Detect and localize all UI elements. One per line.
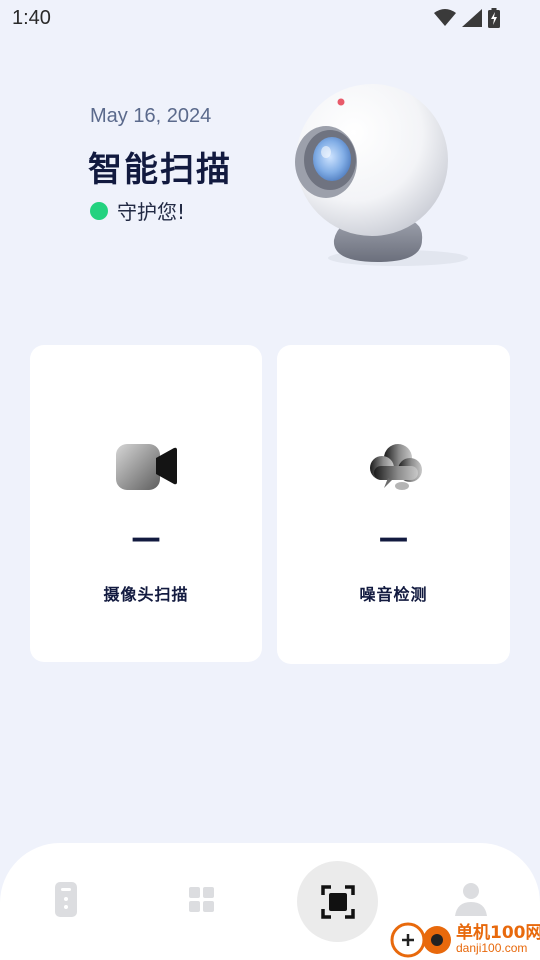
battery-charging-icon xyxy=(488,8,500,28)
noise-detection-value: — xyxy=(378,521,409,556)
camera-scan-card[interactable]: — 摄像头扫描 xyxy=(30,345,262,662)
camera-scan-value: — xyxy=(131,521,161,556)
noise-detection-card[interactable]: — 噪音检测 xyxy=(277,345,510,664)
scan-icon xyxy=(320,884,355,919)
hero-date: May 16, 2024 xyxy=(90,105,212,127)
signal-icon xyxy=(462,9,482,27)
protection-status-text: 守护您! xyxy=(117,200,186,224)
protection-status: 守护您! xyxy=(90,196,185,225)
status-dot xyxy=(90,201,108,220)
status-icons xyxy=(434,8,500,28)
video-camera-icon xyxy=(116,444,177,490)
watermark-url: danji100.com xyxy=(456,941,528,955)
noise-detection-label: 噪音检测 xyxy=(359,585,428,604)
wifi-icon xyxy=(434,9,456,26)
watermark-logo-icon xyxy=(390,922,451,958)
apps-grid-icon xyxy=(189,887,214,912)
status-bar: 1:40 xyxy=(0,0,540,36)
watermark-title: 单机100网 xyxy=(456,923,540,943)
page-title: 智能扫描 xyxy=(88,150,232,190)
security-camera-illustration xyxy=(295,84,468,266)
status-time: 1:40 xyxy=(12,7,51,29)
sound-cloud-icon xyxy=(369,444,422,490)
nav-apps[interactable] xyxy=(180,878,224,922)
nav-scan[interactable] xyxy=(297,861,378,942)
device-icon xyxy=(55,882,77,917)
watermark: 单机100网 danji100.com xyxy=(388,916,540,960)
camera-scan-label: 摄像头扫描 xyxy=(103,585,189,604)
nav-device[interactable] xyxy=(44,878,88,922)
